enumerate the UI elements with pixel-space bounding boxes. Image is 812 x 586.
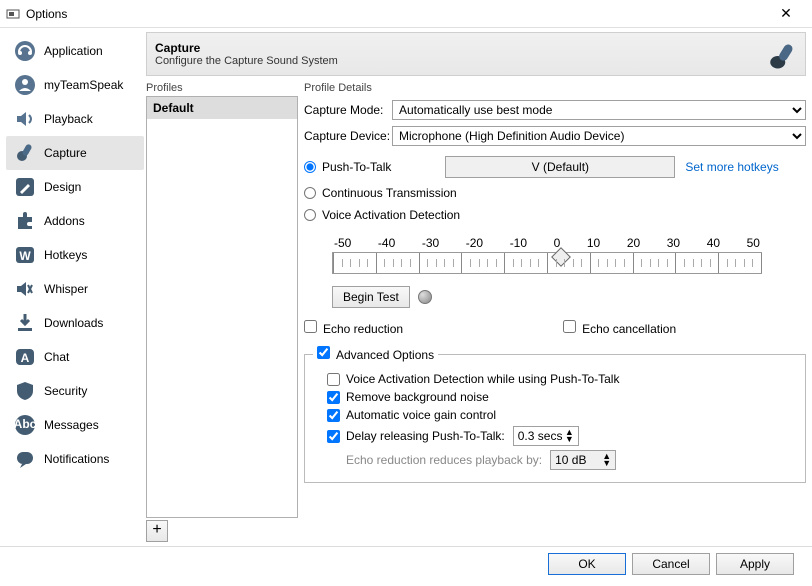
- sidebar-item-label: Downloads: [44, 316, 103, 330]
- sidebar-item-downloads[interactable]: Downloads: [6, 306, 144, 340]
- vad-radio[interactable]: [304, 209, 316, 221]
- sidebar-item-label: Messages: [44, 418, 99, 432]
- svg-text:Abc: Abc: [14, 417, 37, 431]
- echo-reduction-label: Echo reduction: [323, 322, 403, 336]
- download-icon: [12, 310, 38, 336]
- continuous-radio[interactable]: [304, 187, 316, 199]
- svg-text:A: A: [21, 351, 30, 365]
- set-more-hotkeys-link[interactable]: Set more hotkeys: [685, 160, 778, 174]
- ptt-radio-label: Push-To-Talk: [322, 160, 391, 174]
- test-indicator-light: [418, 290, 432, 304]
- sidebar-item-application[interactable]: Application: [6, 34, 144, 68]
- capture-device-label: Capture Device:: [304, 129, 392, 143]
- echo-note-label: Echo reduction reduces playback by:: [346, 453, 542, 467]
- capture-mode-select[interactable]: Automatically use best mode: [392, 100, 806, 120]
- ptt-radio[interactable]: [304, 161, 316, 173]
- dialog-footer: OK Cancel Apply: [0, 546, 812, 580]
- cancel-button[interactable]: Cancel: [632, 553, 710, 575]
- sidebar-item-label: myTeamSpeak: [44, 78, 123, 92]
- sidebar-item-label: Hotkeys: [44, 248, 87, 262]
- sidebar-item-label: Addons: [44, 214, 85, 228]
- titlebar: Options ✕: [0, 0, 812, 28]
- puzzle-icon: [12, 208, 38, 234]
- advanced-options-check[interactable]: [317, 346, 330, 359]
- echo-reduction-check[interactable]: [304, 320, 317, 333]
- begin-test-button[interactable]: Begin Test: [332, 286, 410, 308]
- sidebar-item-label: Playback: [44, 112, 93, 126]
- chat-icon: A: [12, 344, 38, 370]
- sidebar-item-label: Whisper: [44, 282, 88, 296]
- svg-text:W: W: [19, 249, 31, 263]
- slider-thumb[interactable]: [551, 247, 571, 267]
- window-title: Options: [26, 7, 766, 21]
- sidebar-item-chat[interactable]: A Chat: [6, 340, 144, 374]
- microphone-large-icon: [769, 41, 799, 71]
- ok-button[interactable]: OK: [548, 553, 626, 575]
- echo-db-spinner: 10 dB▲▼: [550, 450, 616, 470]
- profile-item[interactable]: Default: [147, 97, 297, 119]
- sidebar-item-addons[interactable]: Addons: [6, 204, 144, 238]
- keyboard-icon: W: [12, 242, 38, 268]
- section-title: Capture: [155, 41, 338, 55]
- shield-icon: [12, 378, 38, 404]
- speaker-icon: [12, 106, 38, 132]
- sidebar-item-notifications[interactable]: Notifications: [6, 442, 144, 476]
- sidebar-item-design[interactable]: Design: [6, 170, 144, 204]
- sidebar: Application myTeamSpeak Playback Capture…: [6, 32, 144, 542]
- app-icon: [6, 7, 20, 21]
- section-subtitle: Configure the Capture Sound System: [155, 55, 338, 67]
- sidebar-item-capture[interactable]: Capture: [6, 136, 144, 170]
- messages-icon: Abc: [12, 412, 38, 438]
- continuous-radio-label: Continuous Transmission: [322, 186, 457, 200]
- capture-mode-label: Capture Mode:: [304, 103, 392, 117]
- delay-ptt-check[interactable]: [327, 430, 340, 443]
- user-icon: [12, 72, 38, 98]
- sidebar-item-hotkeys[interactable]: W Hotkeys: [6, 238, 144, 272]
- headset-icon: [12, 38, 38, 64]
- echo-cancel-label: Echo cancellation: [582, 322, 676, 336]
- sidebar-item-label: Application: [44, 44, 103, 58]
- sidebar-item-playback[interactable]: Playback: [6, 102, 144, 136]
- advanced-options-legend: Advanced Options: [336, 348, 434, 362]
- profiles-list[interactable]: Default: [146, 96, 298, 518]
- vad-while-ptt-label: Voice Activation Detection while using P…: [346, 372, 619, 386]
- microphone-icon: [12, 140, 38, 166]
- sidebar-item-messages[interactable]: Abc Messages: [6, 408, 144, 442]
- sidebar-item-label: Capture: [44, 146, 87, 160]
- sidebar-item-label: Chat: [44, 350, 69, 364]
- vad-slider[interactable]: -50 -40 -30 -20 -10 0 10 20 30 40 50: [332, 236, 762, 274]
- delay-ptt-spinner[interactable]: 0.3 secs▲▼: [513, 426, 579, 446]
- profiles-label: Profiles: [146, 82, 298, 96]
- section-header: Capture Configure the Capture Sound Syst…: [146, 32, 806, 76]
- vad-radio-label: Voice Activation Detection: [322, 208, 460, 222]
- whisper-icon: [12, 276, 38, 302]
- profile-details-label: Profile Details: [304, 82, 806, 100]
- echo-cancel-check[interactable]: [563, 320, 576, 333]
- sidebar-item-whisper[interactable]: Whisper: [6, 272, 144, 306]
- agc-check[interactable]: [327, 409, 340, 422]
- speech-icon: [12, 446, 38, 472]
- pen-icon: [12, 174, 38, 200]
- apply-button[interactable]: Apply: [716, 553, 794, 575]
- ptt-hotkey-field[interactable]: V (Default): [445, 156, 675, 178]
- agc-label: Automatic voice gain control: [346, 408, 496, 422]
- sidebar-item-myteamspeak[interactable]: myTeamSpeak: [6, 68, 144, 102]
- sidebar-item-security[interactable]: Security: [6, 374, 144, 408]
- delay-ptt-label: Delay releasing Push-To-Talk:: [346, 429, 505, 443]
- vad-while-ptt-check[interactable]: [327, 373, 340, 386]
- sidebar-item-label: Notifications: [44, 452, 109, 466]
- sidebar-item-label: Security: [44, 384, 87, 398]
- advanced-options-fieldset: Advanced Options Voice Activation Detect…: [304, 346, 806, 483]
- capture-device-select[interactable]: Microphone (High Definition Audio Device…: [392, 126, 806, 146]
- close-button[interactable]: ✕: [766, 5, 806, 22]
- remove-bg-noise-label: Remove background noise: [346, 390, 489, 404]
- sidebar-item-label: Design: [44, 180, 81, 194]
- add-profile-button[interactable]: +: [146, 520, 168, 542]
- remove-bg-noise-check[interactable]: [327, 391, 340, 404]
